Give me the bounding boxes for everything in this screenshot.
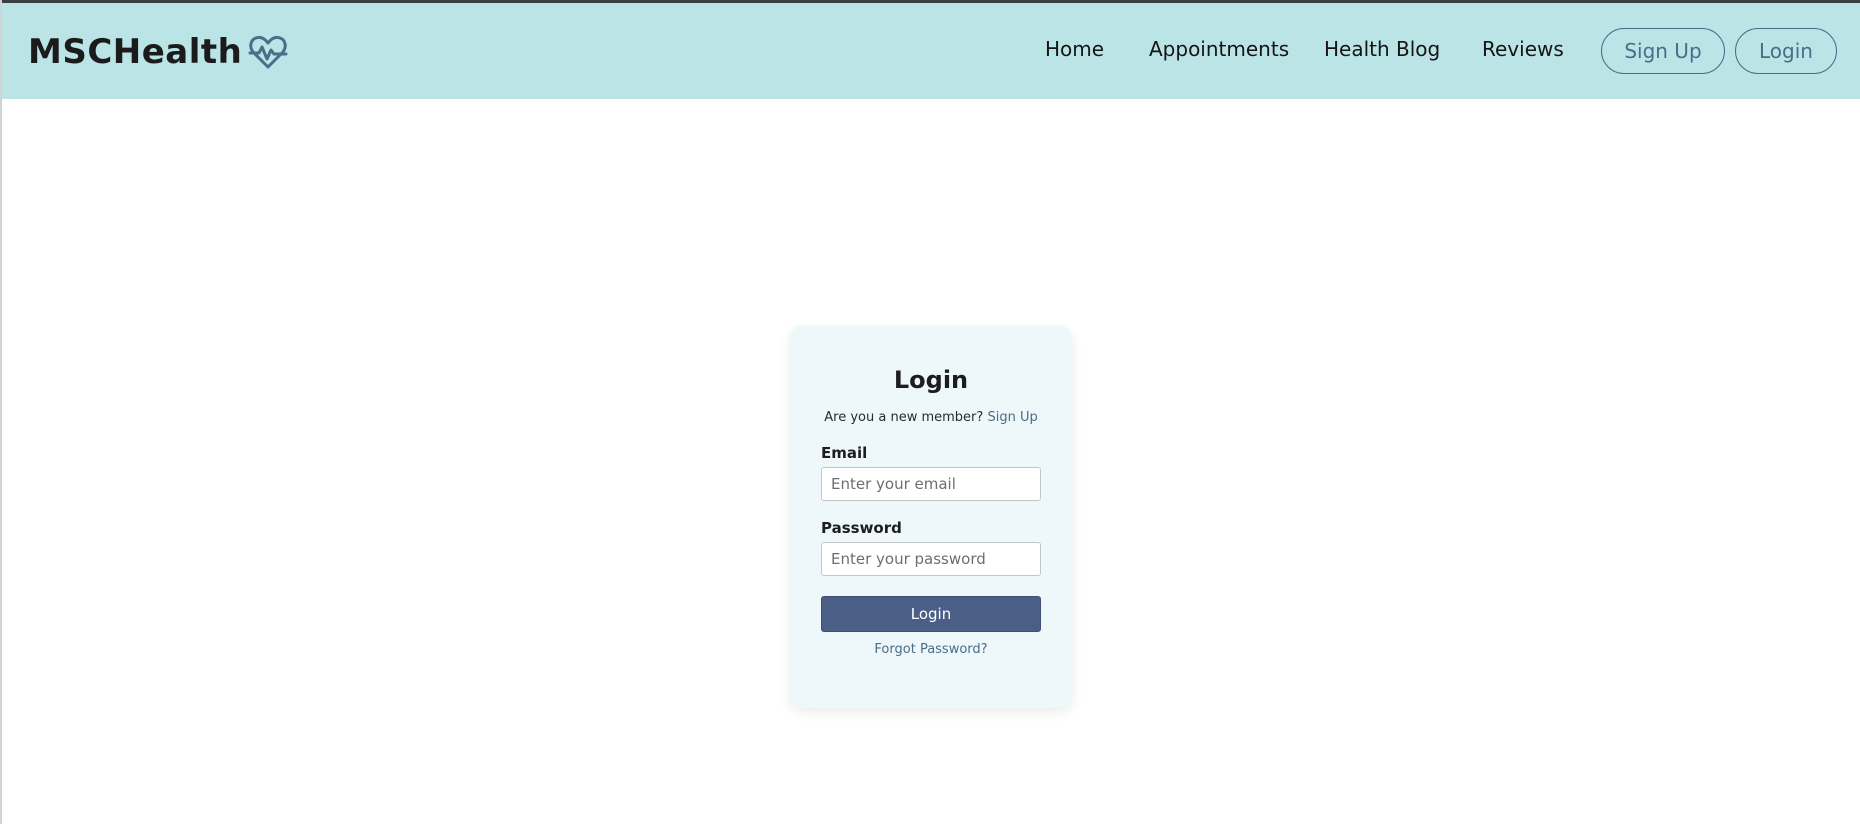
brand-logo[interactable]: MSCHealth [28, 29, 288, 75]
login-submit-button[interactable]: Login [821, 596, 1041, 632]
new-member-text: Are you a new member? [824, 410, 984, 425]
nav-home[interactable]: Home [1045, 37, 1104, 61]
nav-reviews[interactable]: Reviews [1482, 37, 1564, 61]
password-label: Password [821, 519, 902, 537]
login-button[interactable]: Login [1735, 28, 1837, 74]
nav-appointments[interactable]: Appointments [1149, 37, 1289, 61]
heart-pulse-icon [248, 32, 288, 72]
email-field[interactable] [821, 467, 1041, 501]
signup-button[interactable]: Sign Up [1601, 28, 1725, 74]
window-left-border [0, 0, 2, 824]
login-title: Login [893, 366, 969, 394]
login-card: Login Are you a new member? Sign Up Emai… [790, 326, 1072, 708]
forgot-password-link[interactable]: Forgot Password? [790, 642, 1072, 657]
signup-link[interactable]: Sign Up [987, 410, 1037, 425]
new-member-prompt: Are you a new member? Sign Up [790, 410, 1072, 425]
nav-health-blog[interactable]: Health Blog [1324, 37, 1440, 61]
email-label: Email [821, 444, 868, 462]
navbar: MSCHealth Home Appointments Health Blog … [2, 3, 1860, 99]
password-field[interactable] [821, 542, 1041, 576]
brand-name: MSCHealth [28, 32, 243, 72]
